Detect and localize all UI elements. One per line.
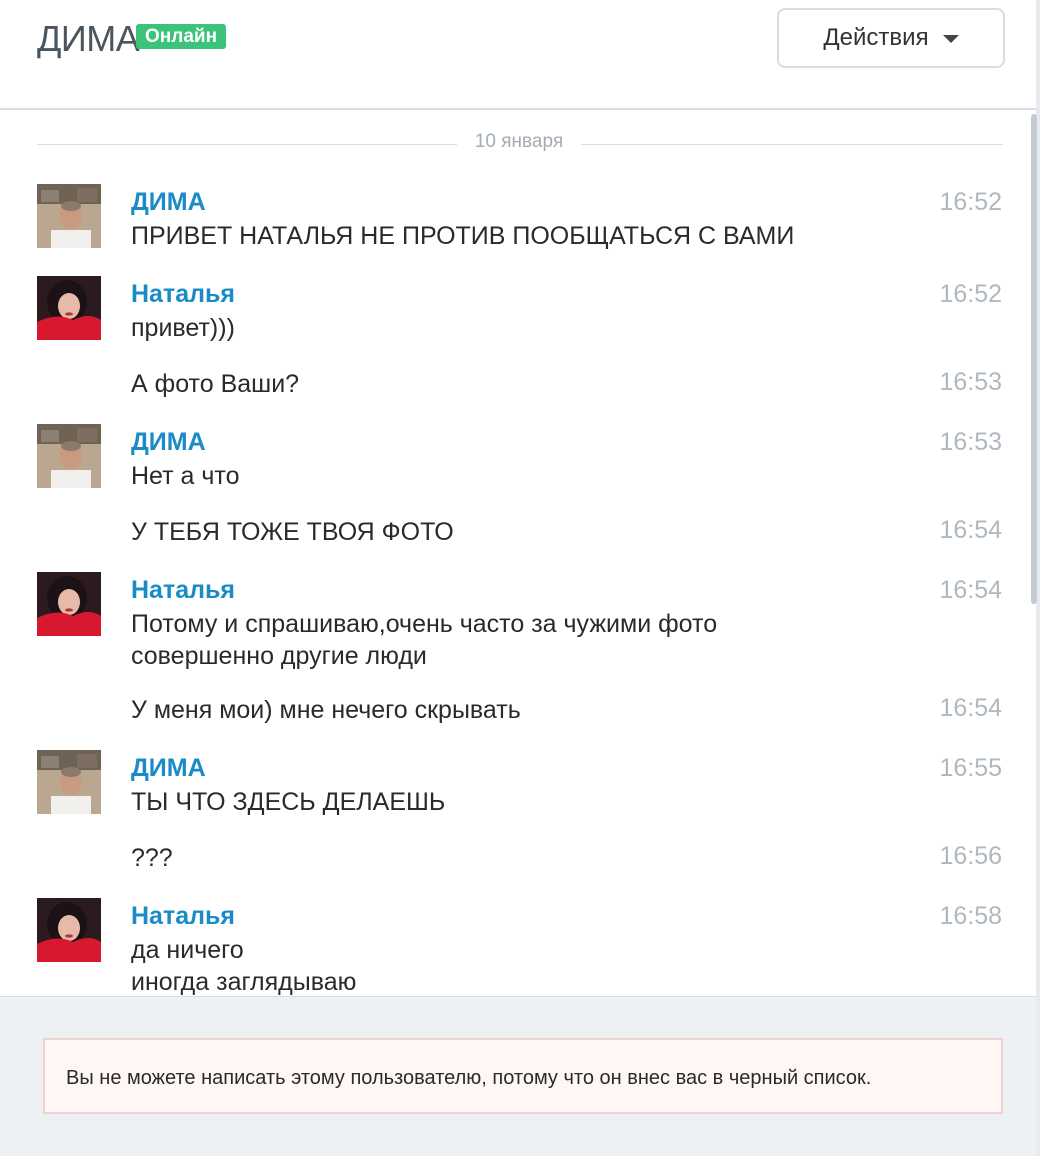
message-text-line2: иногда заглядываю [131, 968, 357, 996]
message-sender[interactable]: ДИМА [131, 188, 206, 217]
avatar-dima[interactable] [37, 750, 101, 814]
message-sender[interactable]: ДИМА [131, 428, 206, 457]
actions-dropdown-button[interactable]: Действия [777, 8, 1005, 68]
message-time: 16:53 [939, 428, 1002, 456]
caret-down-icon [942, 35, 959, 43]
dima-photo-icon [37, 750, 101, 814]
message-time: 16:56 [939, 842, 1002, 870]
message-text: да ничего [131, 936, 244, 964]
message-sender[interactable]: ДИМА [131, 754, 206, 783]
message-text: Потому и спрашиваю,очень часто за чужими… [131, 610, 718, 638]
dima-photo-icon [37, 184, 101, 248]
message-time: 16:54 [939, 576, 1002, 604]
dima-photo-icon [37, 424, 101, 488]
message-sender[interactable]: Наталья [131, 576, 235, 605]
actions-label: Действия [823, 24, 929, 51]
blocked-notice: Вы не можете написать этому пользователю… [43, 1038, 1003, 1114]
message-time: 16:52 [939, 280, 1002, 308]
separator-line [37, 144, 457, 145]
message-sender[interactable]: Наталья [131, 902, 235, 931]
avatar-dima[interactable] [37, 424, 101, 488]
message-time: 16:54 [939, 516, 1002, 544]
message-text: Нет а что [131, 462, 240, 490]
composer-area: Вы не можете написать этому пользователю… [0, 996, 1036, 1156]
message-time: 16:58 [939, 902, 1002, 930]
avatar-dima[interactable] [37, 184, 101, 248]
message-text: ??? [131, 844, 173, 872]
message-text: У ТЕБЯ ТОЖЕ ТВОЯ ФОТО [131, 518, 454, 546]
date-label: 10 января [474, 131, 564, 152]
message-text: ТЫ ЧТО ЗДЕСЬ ДЕЛАЕШЬ [131, 788, 446, 816]
date-separator: 10 января [37, 131, 1003, 152]
message-text: А фото Ваши? [131, 370, 300, 398]
message-sender[interactable]: Наталья [131, 280, 235, 309]
natalya-photo-icon [37, 898, 101, 962]
message-time: 16:52 [939, 188, 1002, 216]
message-list-scrollbar[interactable] [1031, 114, 1037, 604]
message-text: привет))) [131, 314, 235, 342]
message-text-line2: совершенно другие люди [131, 642, 427, 670]
message-list: 10 января ДИМА ПРИВЕТ НАТАЛЬЯ НЕ ПРОТИВ … [0, 112, 1036, 996]
message-text: ПРИВЕТ НАТАЛЬЯ НЕ ПРОТИВ ПООБЩАТЬСЯ С ВА… [131, 222, 795, 250]
natalya-photo-icon [37, 572, 101, 636]
avatar-natalya[interactable] [37, 276, 101, 340]
separator-line [581, 144, 1003, 145]
message-text: У меня мои) мне нечего скрывать [131, 696, 521, 724]
avatar-natalya[interactable] [37, 898, 101, 962]
natalya-photo-icon [37, 276, 101, 340]
chat-header: ДИМА Онлайн Действия [0, 0, 1036, 110]
contact-name[interactable]: ДИМА [37, 18, 140, 60]
message-time: 16:55 [939, 754, 1002, 782]
message-time: 16:54 [939, 694, 1002, 722]
message-time: 16:53 [939, 368, 1002, 396]
online-status-badge: Онлайн [136, 24, 227, 49]
avatar-natalya[interactable] [37, 572, 101, 636]
